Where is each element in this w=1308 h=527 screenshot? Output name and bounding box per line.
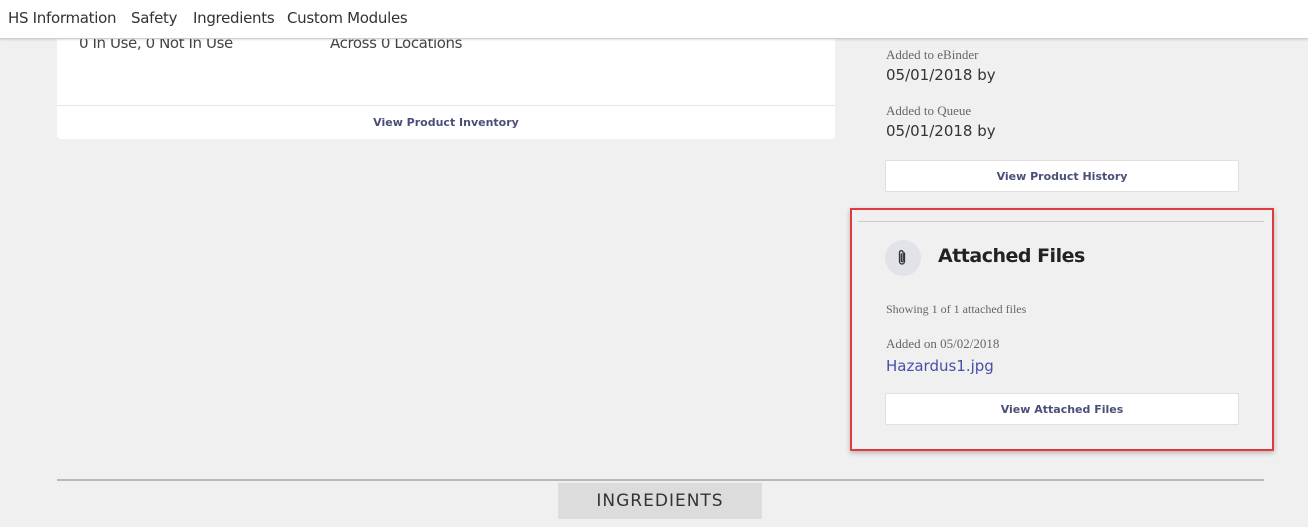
attached-file-link[interactable]: Hazardus1.jpg (886, 357, 994, 375)
attached-files-count-text: Showing 1 of 1 attached files (886, 302, 1027, 316)
attached-files-icon-badge (885, 240, 921, 276)
nav-safety[interactable]: Safety (131, 9, 177, 27)
paperclip-icon (898, 250, 906, 265)
attached-files-title: Attached Files (938, 245, 1085, 267)
top-navigation-bar: HS Information Safety Ingredients Custom… (0, 0, 1308, 39)
view-product-inventory-button[interactable]: View Product Inventory (57, 116, 835, 129)
nav-hs-information[interactable]: HS Information (8, 9, 117, 27)
added-to-queue-value: 05/01/2018 by (886, 122, 996, 140)
attached-files-separator (858, 221, 1264, 222)
added-to-ebinder-label: Added to eBinder (886, 47, 979, 62)
added-to-queue-label: Added to Queue (886, 103, 972, 118)
nav-ingredients[interactable]: Ingredients (193, 9, 275, 27)
nav-custom-modules[interactable]: Custom Modules (287, 9, 408, 27)
view-product-history-button[interactable]: View Product History (885, 160, 1239, 192)
file-added-date: Added on 05/02/2018 (886, 336, 1000, 351)
section-divider-line (57, 479, 1264, 481)
view-attached-files-button[interactable]: View Attached Files (885, 393, 1239, 425)
card-divider (57, 105, 835, 106)
added-to-ebinder-value: 05/01/2018 by (886, 66, 996, 84)
ingredients-section-tab[interactable]: INGREDIENTS (558, 483, 762, 519)
